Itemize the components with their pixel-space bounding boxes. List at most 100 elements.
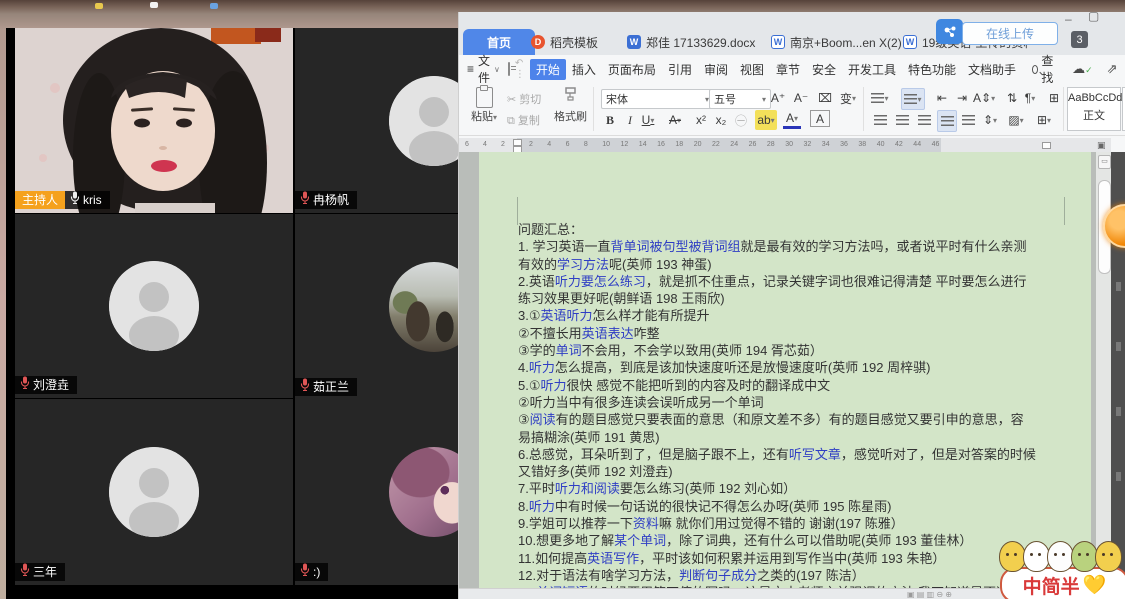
subscript-button[interactable]: x₂ <box>712 110 730 130</box>
menu-item-开发工具[interactable]: 开发工具 <box>842 59 902 80</box>
doc-text: 有效的 <box>518 257 557 272</box>
doc-link-text[interactable]: 判断句子成分 <box>679 568 757 583</box>
italic-button[interactable]: I <box>621 110 639 130</box>
font-size-select[interactable]: 五号▾ <box>709 89 771 109</box>
ruler-number: 10 <box>602 141 610 148</box>
font-name-select[interactable]: 宋体▾ <box>601 89 714 109</box>
phonetic-guide-button[interactable]: ㊀ <box>732 110 750 130</box>
file-menu-button[interactable]: ≡ 文件 ∨ <box>459 52 508 86</box>
bullets-button[interactable]: ▾ <box>871 88 889 108</box>
cloud-sync-icon[interactable]: ☁✓ <box>1072 61 1093 77</box>
paste-button[interactable]: 粘贴▾ <box>471 87 497 124</box>
participant-tile[interactable]: 主持人kris <box>15 28 293 213</box>
doc-link-text[interactable]: 英语表达 <box>582 326 634 341</box>
status-bar-icons[interactable]: ▣ ▤ ▥ ⊖ ⊕ <box>907 590 952 599</box>
underline-button[interactable]: U▾ <box>639 110 657 130</box>
menu-item-插入[interactable]: 插入 <box>566 59 602 80</box>
page-button[interactable]: ▭ <box>1098 155 1111 169</box>
doc-link-text[interactable]: 听力 <box>541 378 567 393</box>
clear-format-button[interactable]: ⌧ <box>816 88 834 108</box>
minimize-button[interactable]: – <box>1065 12 1072 26</box>
participant-tile[interactable]: 刘澄垚 <box>15 214 293 398</box>
document-text[interactable]: 问题汇总：1. 学习英语一直背单词被句型被背词组就是最有效的学习方法吗，或者说平… <box>518 221 1066 599</box>
save-icon[interactable] <box>508 62 510 76</box>
bold-button[interactable]: B <box>601 110 619 130</box>
word-doc-icon: W <box>903 35 917 49</box>
doc-line: 1. 学习英语一直背单词被句型被背词组就是最有效的学习方法吗，或者说平时有什么亲… <box>518 238 1066 255</box>
doc-link-text[interactable]: 资料 <box>633 516 659 531</box>
copy-button[interactable]: ⧉ 复制 <box>507 112 540 128</box>
doc-link-text[interactable]: 学习方法 <box>557 257 609 272</box>
participant-tile[interactable]: :) <box>295 399 458 585</box>
doc-link-text[interactable]: 英语听力 <box>541 308 593 323</box>
menu-item-章节[interactable]: 章节 <box>770 59 806 80</box>
increase-indent-button[interactable]: ⇥ <box>953 88 971 108</box>
distribute-button[interactable] <box>959 110 977 130</box>
wps-tab-3[interactable]: W郑佳 17133629.docx <box>619 29 775 55</box>
character-border-button[interactable]: A <box>810 110 830 127</box>
share-icon[interactable]: ⇗ <box>1107 61 1118 77</box>
doc-link-text[interactable]: 听力 <box>529 499 555 514</box>
doc-line: ③学的单词不会用，不会学以致用(英师 194 胥芯茹） <box>518 342 1066 359</box>
shading-button[interactable]: ▨▾ <box>1007 110 1025 130</box>
right-indent-marker[interactable] <box>1042 142 1051 149</box>
doc-link-text[interactable]: 听力要怎么练习 <box>555 274 646 289</box>
menu-item-安全[interactable]: 安全 <box>806 59 842 80</box>
menu-item-文档助手[interactable]: 文档助手 <box>962 59 1022 80</box>
menu-item-特色功能[interactable]: 特色功能 <box>902 59 962 80</box>
participant-tile[interactable]: 茹正兰 <box>295 214 458 400</box>
menu-item-视图[interactable]: 视图 <box>734 59 770 80</box>
maximize-button[interactable]: ▢ <box>1088 12 1099 23</box>
menu-item-引用[interactable]: 引用 <box>662 59 698 80</box>
shrink-font-button[interactable]: A⁻ <box>792 88 810 108</box>
grow-font-button[interactable]: A⁺ <box>769 88 787 108</box>
superscript-button[interactable]: x² <box>692 110 710 130</box>
online-upload-icon[interactable] <box>936 19 963 44</box>
justify-button[interactable] <box>937 110 957 132</box>
ruler-number: 2 <box>501 141 505 148</box>
doc-link-text[interactable]: 单词 <box>556 343 582 358</box>
wps-tab-4[interactable]: W南京+Boom...en X(2) <box>763 29 909 55</box>
find-button[interactable]: 查找 <box>1032 52 1056 86</box>
document-page[interactable]: 问题汇总：1. 学习英语一直背单词被句型被背词组就是最有效的学习方法吗，或者说平… <box>479 152 1091 588</box>
insert-table-icon[interactable]: ⊞ <box>1045 88 1063 108</box>
style-gallery-item[interactable]: AaBbCcDd 正文 <box>1067 87 1121 131</box>
page-setup-icon[interactable]: ▣ <box>1097 140 1106 151</box>
participant-tile[interactable]: 冉杨帆 <box>295 28 458 213</box>
show-marks-button[interactable]: ¶▾ <box>1021 88 1039 108</box>
doc-link-text[interactable]: 英语写作 <box>587 551 639 566</box>
menu-item-审阅[interactable]: 审阅 <box>698 59 734 80</box>
ruler-number: 22 <box>712 141 720 148</box>
undo-redo-icons[interactable]: ↶ ⋮ <box>515 58 525 80</box>
doc-link-text[interactable]: 阅读 <box>530 412 556 427</box>
doc-link-text[interactable]: 听写文章 <box>789 447 841 462</box>
cut-button[interactable]: ✂ 剪切 <box>507 91 541 107</box>
sort-button[interactable]: ⇅ <box>1003 88 1021 108</box>
doc-link-text[interactable]: 某个单词 <box>614 533 666 548</box>
borders-button[interactable]: ⊞▾ <box>1035 110 1053 130</box>
text-effect-button[interactable]: 变▾ <box>839 88 857 108</box>
doc-text: 又错好多(英师 192 刘澄垚) <box>518 464 673 479</box>
menu-item-开始[interactable]: 开始 <box>530 59 566 80</box>
align-center-button[interactable] <box>893 110 911 130</box>
menu-item-页面布局[interactable]: 页面布局 <box>602 59 662 80</box>
align-right-button[interactable] <box>915 110 933 130</box>
highlight-color-button[interactable]: ab▾ <box>755 110 777 130</box>
doc-link-text[interactable]: 听力 <box>529 360 555 375</box>
format-painter-button[interactable]: 格式刷 <box>554 87 587 124</box>
decrease-indent-button[interactable]: ⇤ <box>933 88 951 108</box>
numbering-button[interactable]: ▾ <box>901 88 925 110</box>
indent-marker[interactable] <box>513 139 522 146</box>
ruler-number: 44 <box>913 141 921 148</box>
tab-list-button[interactable]: 3 <box>1071 31 1088 48</box>
font-color-button[interactable]: A▾ <box>783 110 801 129</box>
wps-tab-2[interactable]: D稻壳模板 <box>523 29 631 55</box>
align-left-button[interactable] <box>871 110 889 130</box>
ruler-number: 28 <box>767 141 775 148</box>
character-scale-button[interactable]: A⇕▾ <box>973 88 995 108</box>
participant-tile[interactable]: 三年 <box>15 399 293 585</box>
doc-link-text[interactable]: 背单词被句型被背词组 <box>610 239 740 254</box>
strikethrough-button[interactable]: A▾ <box>666 110 684 130</box>
line-spacing-button[interactable]: ⇕▾ <box>981 110 999 130</box>
doc-link-text[interactable]: 听力和阅读 <box>555 481 620 496</box>
